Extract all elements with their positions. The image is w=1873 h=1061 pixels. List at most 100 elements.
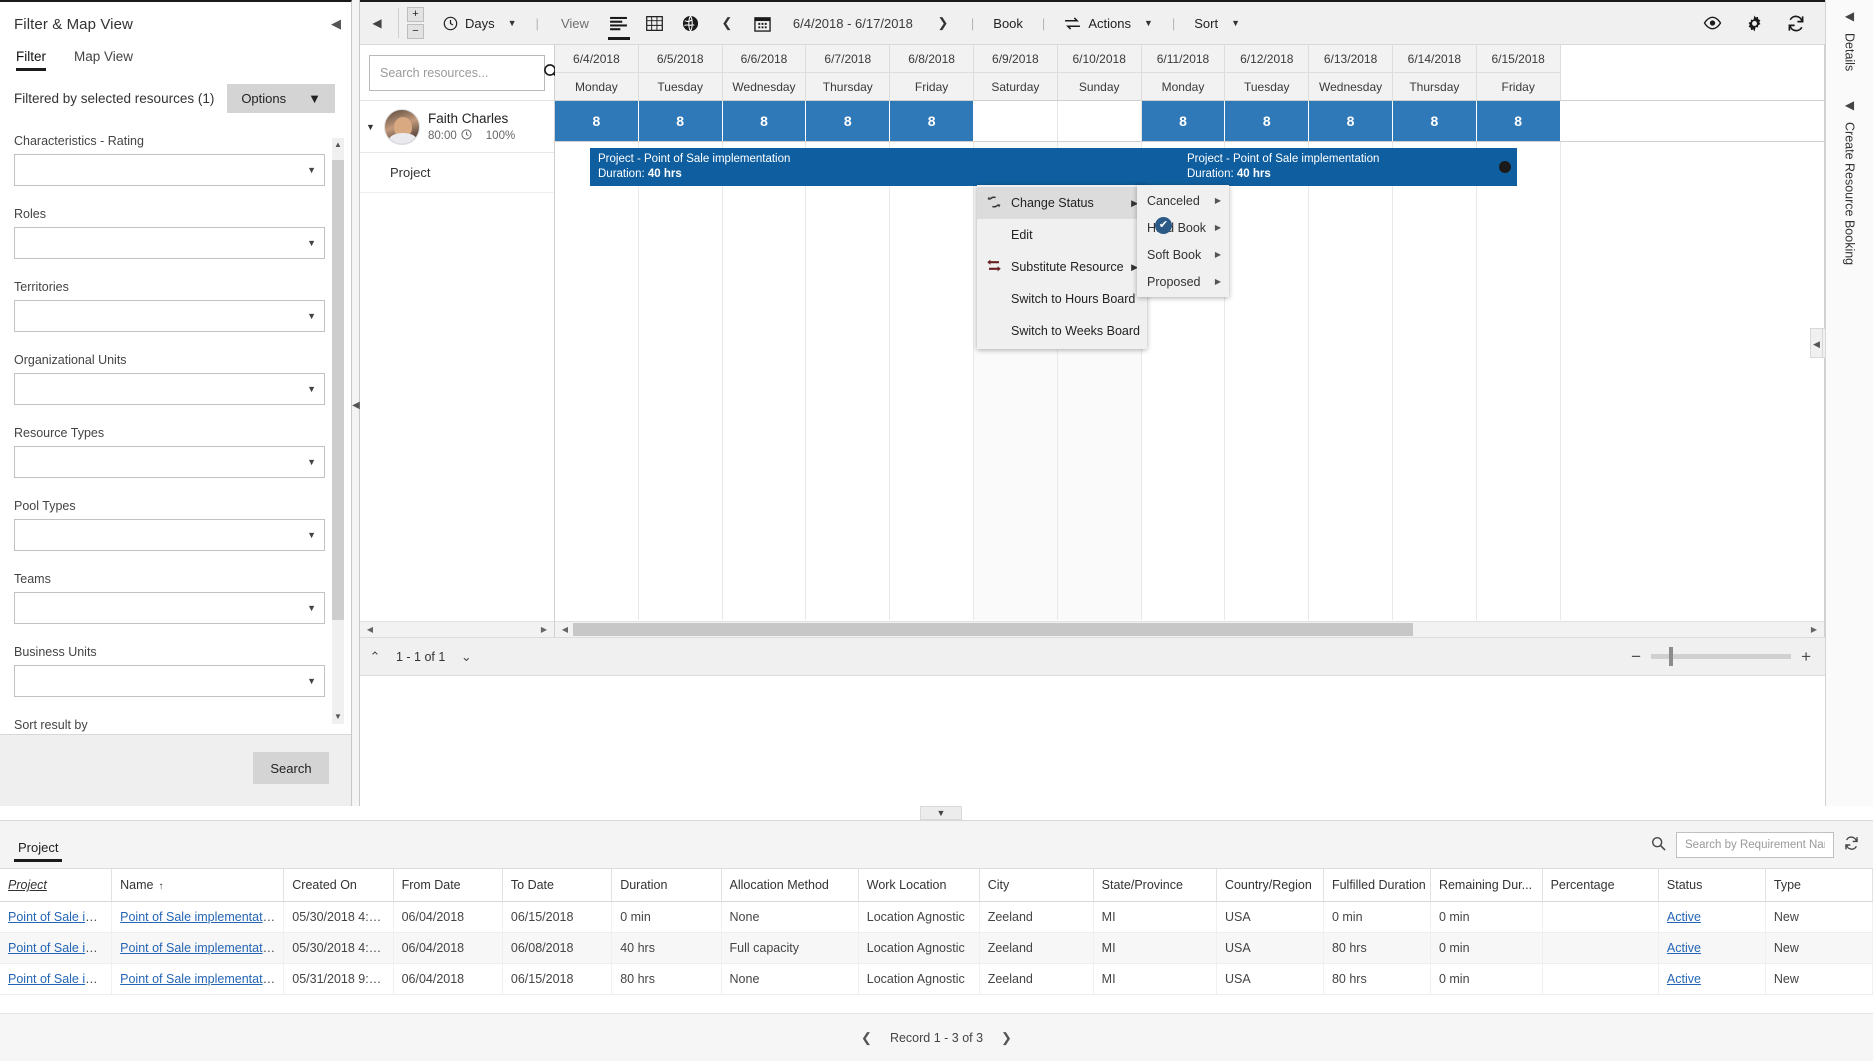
table-row[interactable]: Point of Sale im... Point of Sale implem… <box>0 932 1873 964</box>
capacity-cell-weekend[interactable] <box>973 101 1058 141</box>
column-header-name[interactable]: Name ↑ <box>111 869 285 902</box>
horizontal-splitter[interactable]: ▼ <box>0 806 1873 820</box>
teams-input[interactable]: ▼ <box>14 592 325 624</box>
resource-pane-hscrollbar[interactable]: ◀ ▶ <box>360 621 554 637</box>
next-period-button[interactable]: ❯ <box>925 2 961 45</box>
zoom-in-button[interactable]: + <box>407 7 424 22</box>
pool-types-input[interactable]: ▼ <box>14 519 325 551</box>
table-row[interactable]: Point of Sale im... Point of Sale implem… <box>0 901 1873 933</box>
create-resource-booking-label[interactable]: Create Resource Booking <box>1843 122 1857 265</box>
project-link[interactable]: Point of Sale im... <box>8 972 106 986</box>
submenu-item-hard-book[interactable]: Hard Book ▶ <box>1137 214 1229 241</box>
details-tab-label[interactable]: Details <box>1843 33 1857 71</box>
board-hscrollbar[interactable]: ◀ ▶ <box>555 621 1824 637</box>
scroll-up-icon[interactable]: ▲ <box>332 138 344 152</box>
page-down-icon[interactable]: ⌄ <box>451 649 481 665</box>
status-link[interactable]: Active <box>1667 972 1701 986</box>
business-units-input[interactable]: ▼ <box>14 665 325 697</box>
column-header-duration[interactable]: Duration <box>611 869 722 902</box>
organizational-units-input[interactable]: ▼ <box>14 373 325 405</box>
book-button[interactable]: Book <box>984 2 1032 45</box>
booking-block[interactable]: Project - Point of Sale implementation D… <box>590 148 1198 186</box>
rail-collapse-icon[interactable]: ◀ <box>1826 0 1873 23</box>
submenu-item-proposed[interactable]: Proposed ▶ <box>1137 268 1229 295</box>
project-link[interactable]: Point of Sale im... <box>8 910 106 924</box>
name-link[interactable]: Point of Sale implementatio... <box>120 941 283 955</box>
vertical-splitter[interactable]: ◀ <box>352 0 360 806</box>
scrollbar-thumb[interactable] <box>332 160 344 620</box>
tab-filter[interactable]: Filter <box>16 49 46 71</box>
toolbar-collapse-icon[interactable]: ◀ <box>360 16 394 30</box>
options-button[interactable]: Options ▼ <box>227 84 335 113</box>
splitter-grip[interactable]: ▼ <box>920 806 962 820</box>
view-list-button[interactable] <box>601 2 637 45</box>
rail-collapse-icon-2[interactable]: ◀ <box>1826 89 1873 112</box>
table-row[interactable]: Point of Sale im... Point of Sale implem… <box>0 963 1873 995</box>
name-link[interactable]: Point of Sale implementatio... <box>120 972 283 986</box>
capacity-cell[interactable]: 8 <box>638 101 723 141</box>
page-up-icon[interactable]: ⌃ <box>360 649 390 665</box>
capacity-cell[interactable]: 8 <box>722 101 807 141</box>
tab-project[interactable]: Project <box>14 840 63 862</box>
eye-icon[interactable] <box>1691 2 1733 45</box>
column-header-state-province[interactable]: State/Province <box>1093 869 1217 902</box>
status-link[interactable]: Active <box>1667 941 1701 955</box>
search-button[interactable]: Search <box>253 752 329 784</box>
zoom-slider[interactable] <box>1651 647 1792 666</box>
column-header-remaining-duration[interactable]: Remaining Dur... <box>1430 869 1543 902</box>
context-menu-item-switch-to-weeks-board[interactable]: Switch to Weeks Board <box>977 315 1147 347</box>
capacity-cell[interactable]: 8 <box>806 101 891 141</box>
name-link[interactable]: Point of Sale implementation <box>120 910 279 924</box>
search-icon[interactable] <box>1651 836 1666 854</box>
tab-map-view[interactable]: Map View <box>74 49 133 70</box>
zoom-out-icon[interactable]: − <box>1631 648 1641 665</box>
gear-icon[interactable] <box>1733 2 1775 45</box>
column-header-allocation-method[interactable]: Allocation Method <box>721 869 859 902</box>
submenu-item-soft-book[interactable]: Soft Book ▶ <box>1137 241 1229 268</box>
resource-search-box[interactable] <box>369 55 560 91</box>
submenu-item-canceled[interactable]: Canceled ▶ <box>1137 187 1229 214</box>
capacity-cell[interactable]: 8 <box>1309 101 1393 141</box>
previous-period-button[interactable]: ❮ <box>709 2 745 45</box>
refresh-icon[interactable] <box>1775 2 1817 45</box>
splitter-grip[interactable]: ◀ <box>352 395 360 417</box>
scroll-down-icon[interactable]: ▼ <box>332 710 344 724</box>
resource-child-project[interactable]: Project <box>360 153 554 193</box>
time-scale-dropdown[interactable]: Days ▼ <box>434 2 526 45</box>
actions-dropdown[interactable]: Actions ▼ <box>1055 2 1162 45</box>
column-header-percentage[interactable]: Percentage <box>1542 869 1659 902</box>
view-grid-button[interactable] <box>637 2 673 45</box>
zoom-in-icon[interactable]: + <box>1801 648 1811 665</box>
status-link[interactable]: Active <box>1667 910 1701 924</box>
scroll-right-icon[interactable]: ▶ <box>536 622 552 637</box>
calendar-picker-button[interactable] <box>745 2 781 45</box>
capacity-cell[interactable]: 8 <box>1225 101 1310 141</box>
column-header-type[interactable]: Type <box>1765 869 1873 902</box>
resource-types-input[interactable]: ▼ <box>14 446 325 478</box>
search-by-requirement-name-input[interactable] <box>1683 837 1827 852</box>
filter-panel-collapse-icon[interactable]: ◀ <box>331 16 341 32</box>
sort-dropdown[interactable]: Sort ▼ <box>1185 2 1249 45</box>
roles-input[interactable]: ▼ <box>14 227 325 259</box>
column-header-from-date[interactable]: From Date <box>393 869 503 902</box>
column-header-project[interactable]: Project <box>0 869 113 902</box>
capacity-cell[interactable]: 8 <box>890 101 974 141</box>
territories-input[interactable]: ▼ <box>14 300 325 332</box>
filter-panel-scrollbar[interactable]: ▲ ▼ <box>332 138 344 724</box>
chevron-down-icon[interactable]: ▼ <box>366 122 376 132</box>
capacity-cell-weekend[interactable] <box>1057 101 1142 141</box>
booking-block[interactable]: Project - Point of Sale implementation D… <box>1179 148 1517 186</box>
scroll-left-icon[interactable]: ◀ <box>362 622 378 637</box>
context-menu-item-switch-to-hours-board[interactable]: Switch to Hours Board <box>977 283 1147 315</box>
next-record-icon[interactable]: ❯ <box>1001 1030 1012 1046</box>
refresh-icon[interactable] <box>1844 835 1859 854</box>
board-collapse-handle[interactable]: ◀ <box>1810 328 1823 358</box>
requirement-search-box[interactable] <box>1676 831 1834 858</box>
capacity-cell[interactable]: 8 <box>1141 101 1226 141</box>
capacity-cell[interactable]: 8 <box>555 101 639 141</box>
column-header-status[interactable]: Status <box>1658 869 1766 902</box>
column-header-work-location[interactable]: Work Location <box>858 869 980 902</box>
characteristics-rating-input[interactable]: ▼ <box>14 154 325 186</box>
slider-handle[interactable] <box>1669 647 1674 666</box>
column-header-to-date[interactable]: To Date <box>502 869 613 902</box>
